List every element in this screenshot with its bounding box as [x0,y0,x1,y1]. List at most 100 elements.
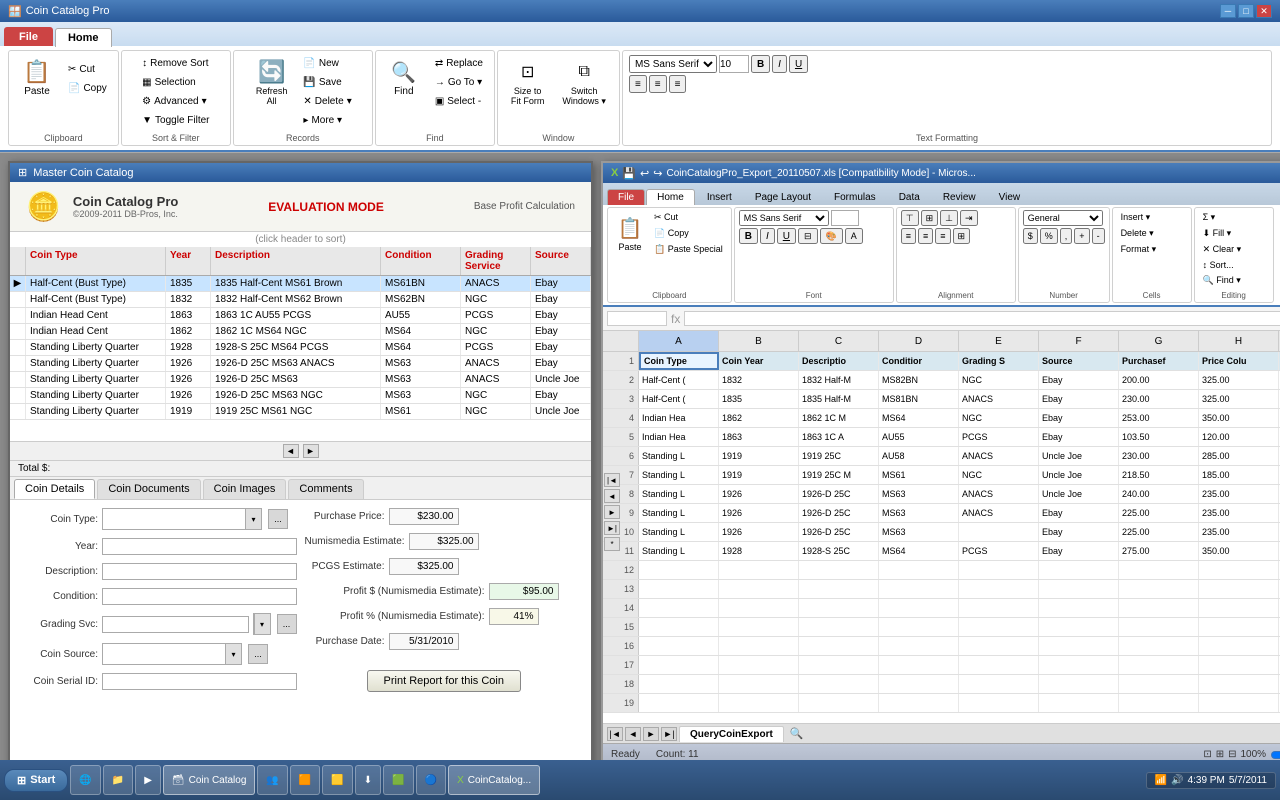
nav-next-btn[interactable]: ► [604,505,620,519]
col-header-C[interactable]: C [799,331,879,351]
excel-align-left-btn[interactable]: ≡ [901,228,916,244]
table-row[interactable]: Standing Liberty Quarter 1926 1926-D 25C… [10,356,591,372]
cell-F1[interactable]: Source [1039,352,1119,370]
cell-G2[interactable]: 200.00 [1119,371,1199,389]
cell-E5[interactable]: PCGS [959,428,1039,446]
taskbar-ie[interactable]: 🌐 [70,765,100,795]
grading-dd-btn[interactable]: ▾ [254,614,270,634]
layout-view-icon[interactable]: ⊞ [1216,749,1224,760]
cell-H7[interactable]: 185.00 [1199,466,1279,484]
serial-input[interactable] [102,673,297,690]
cell-empty[interactable] [879,694,959,712]
cell-empty[interactable] [959,599,1039,617]
cell-H4[interactable]: 350.00 [1199,409,1279,427]
tab-home[interactable]: Home [55,28,112,47]
cell-empty[interactable] [639,675,719,693]
cell-G12[interactable] [1119,561,1199,579]
cell-empty[interactable] [1039,656,1119,674]
cell-empty[interactable] [959,637,1039,655]
th-source[interactable]: Source [531,247,591,275]
cell-empty[interactable] [879,637,959,655]
cell-empty[interactable] [959,694,1039,712]
cell-C12[interactable] [799,561,879,579]
excel-currency-btn[interactable]: $ [1023,228,1038,244]
cell-F8[interactable]: Uncle Joe [1039,485,1119,503]
excel-tab-file[interactable]: File [607,189,645,205]
cell-empty[interactable] [719,599,799,617]
cell-empty[interactable] [879,618,959,636]
cell-B3[interactable]: 1835 [719,390,799,408]
cell-G5[interactable]: 103.50 [1119,428,1199,446]
cell-B11[interactable]: 1928 [719,542,799,560]
cell-empty[interactable] [959,618,1039,636]
switch-windows-button[interactable]: ⧉ SwitchWindows ▾ [555,55,613,112]
cell-D12[interactable] [879,561,959,579]
excel-font-size[interactable]: 10 [831,210,859,226]
excel-tab-home[interactable]: Home [646,189,695,205]
col-header-D[interactable]: D [879,331,959,351]
formula-input[interactable]: Coin Type [684,311,1280,326]
excel-sum-btn[interactable]: Σ ▾ [1199,210,1269,225]
cell-empty[interactable] [879,675,959,693]
refresh-button[interactable]: 🔄 RefreshAll [249,55,295,111]
tab-coin-images[interactable]: Coin Images [203,479,287,499]
cell-D7[interactable]: MS61 [879,466,959,484]
cell-empty[interactable] [639,599,719,617]
excel-redo[interactable]: ↪ [653,167,662,180]
cut-button[interactable]: ✂ Cut [63,61,112,78]
excel-fill-btn[interactable]: 🎨 [820,228,843,244]
cell-D3[interactable]: MS81BN [879,390,959,408]
cell-empty[interactable] [879,656,959,674]
cell-empty[interactable] [879,599,959,617]
nav-new-btn[interactable]: * [604,537,620,551]
excel-delete-btn[interactable]: Delete ▾ [1117,226,1187,241]
underline-button[interactable]: U [789,55,808,73]
cell-empty[interactable] [799,637,879,655]
cell-E12[interactable] [959,561,1039,579]
tab-coin-details[interactable]: Coin Details [14,479,95,499]
cell-C3[interactable]: 1835 Half-M [799,390,879,408]
toggle-filter-button[interactable]: ▼ Toggle Filter [137,112,214,129]
cell-F7[interactable]: Uncle Joe [1039,466,1119,484]
scroll-right-btn[interactable]: ► [303,444,319,458]
cell-F9[interactable]: Ebay [1039,504,1119,522]
cell-H6[interactable]: 285.00 [1199,447,1279,465]
cell-empty[interactable] [1119,599,1199,617]
cell-empty[interactable] [719,694,799,712]
cell-empty[interactable] [799,675,879,693]
cell-F11[interactable]: Ebay [1039,542,1119,560]
excel-sort-btn[interactable]: ↕ Sort... [1199,258,1269,272]
cell-G9[interactable]: 225.00 [1119,504,1199,522]
copy-button[interactable]: 📄 Copy [63,80,112,97]
font-family-select[interactable]: MS Sans Serif [629,55,717,73]
cell-A7[interactable]: Standing L [639,466,719,484]
taskbar-app2[interactable]: 🟧 [290,765,320,795]
cell-A6[interactable]: Standing L [639,447,719,465]
th-condition[interactable]: Condition [381,247,461,275]
excel-align-mid-btn[interactable]: ⊞ [921,210,939,226]
start-button[interactable]: ⊞ Start [4,769,68,792]
excel-underline-btn[interactable]: U [777,228,796,244]
year-input[interactable]: 1835 [102,538,297,555]
tray-sound-icon[interactable]: 🔊 [1171,775,1183,786]
cell-C9[interactable]: 1926-D 25C [799,504,879,522]
excel-paste-btn[interactable]: 📋 Paste [612,213,648,255]
cell-empty[interactable] [1199,637,1279,655]
cell-G6[interactable]: 230.00 [1119,447,1199,465]
cell-E9[interactable]: ANACS [959,504,1039,522]
cell-G11[interactable]: 275.00 [1119,542,1199,560]
cell-F12[interactable] [1039,561,1119,579]
cell-empty[interactable] [1039,694,1119,712]
cell-D2[interactable]: MS82BN [879,371,959,389]
cell-H2[interactable]: 325.00 [1199,371,1279,389]
cell-empty[interactable] [799,656,879,674]
selection-button[interactable]: ▦ Selection [137,74,214,91]
cell-A9[interactable]: Standing L [639,504,719,522]
taskbar-media[interactable]: ▶ [135,765,161,795]
cell-empty[interactable] [719,656,799,674]
table-row[interactable]: Standing Liberty Quarter 1928 1928-S 25C… [10,340,591,356]
grading-extra-btn[interactable]: ... [277,614,297,634]
cell-A12[interactable] [639,561,719,579]
cell-D6[interactable]: AU58 [879,447,959,465]
cell-A11[interactable]: Standing L [639,542,719,560]
